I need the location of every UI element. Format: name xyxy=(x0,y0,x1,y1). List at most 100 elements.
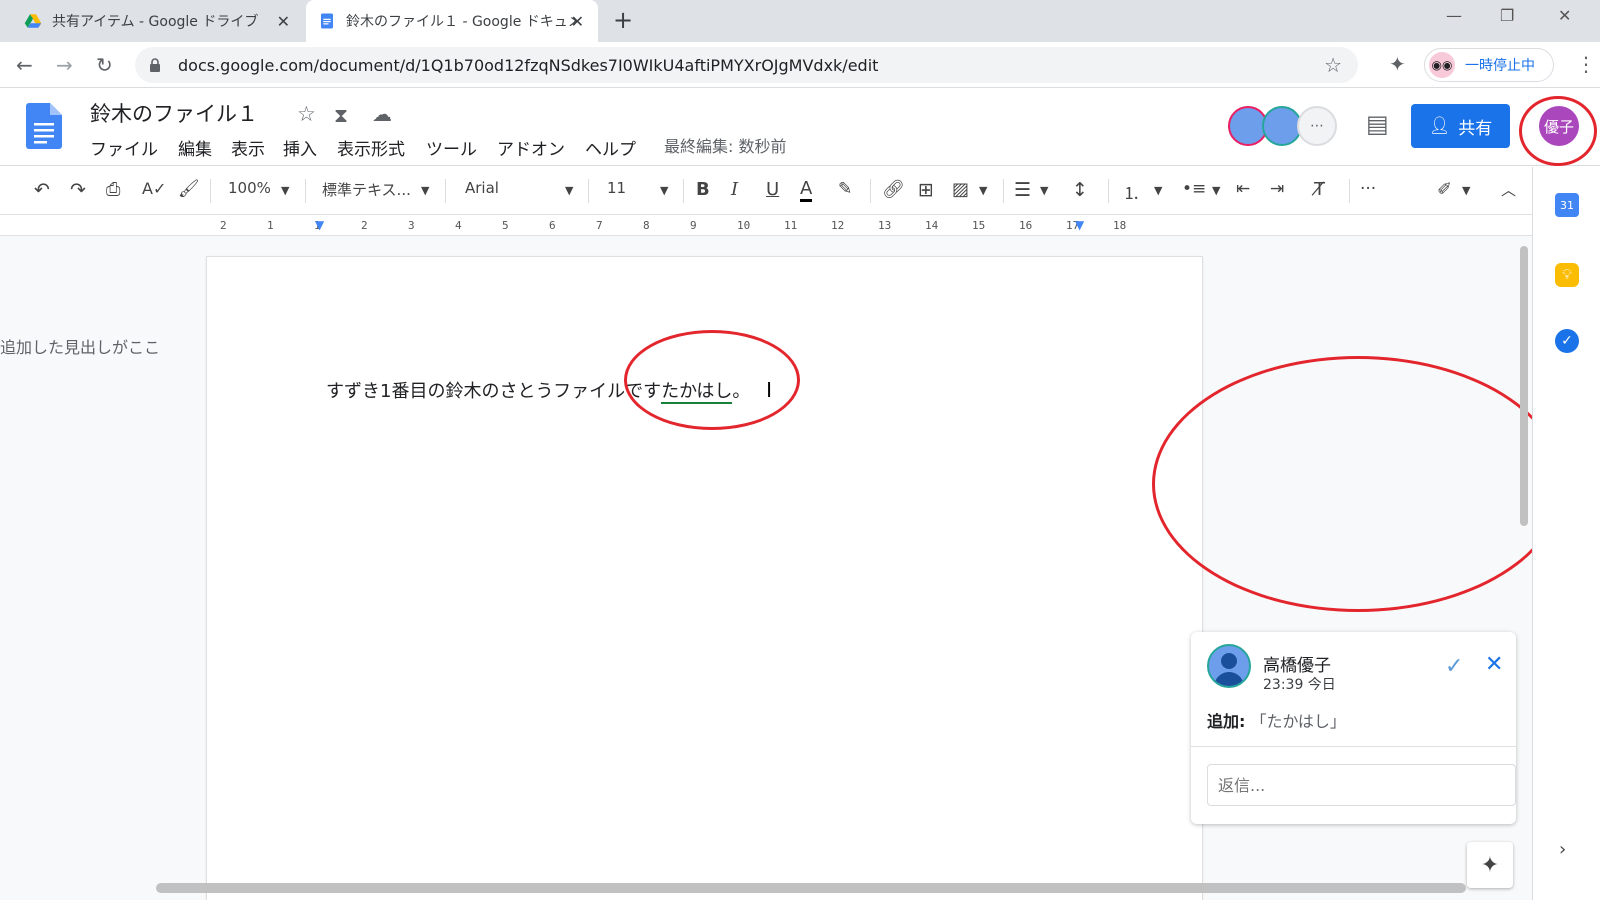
cloud-status-icon[interactable]: ☁ xyxy=(372,102,392,126)
horizontal-scrollbar[interactable] xyxy=(156,883,1466,893)
star-icon[interactable]: ☆ xyxy=(297,102,316,126)
share-button[interactable]: 👤︎ 共有 xyxy=(1411,104,1510,148)
underline-button[interactable]: U xyxy=(766,179,779,200)
chevron-down-icon[interactable]: ▼ xyxy=(979,184,987,197)
browser-menu-icon[interactable]: ⋮ xyxy=(1576,52,1596,76)
ruler-tick-label: 18 xyxy=(1113,219,1127,232)
ruler-tick-label: 2 xyxy=(361,219,368,232)
browser-toolbar: ← → ↻ docs.google.com/document/d/1Q1b70o… xyxy=(0,42,1600,88)
close-tab-icon[interactable]: ✕ xyxy=(571,12,584,31)
menu-insert[interactable]: 挿入 xyxy=(283,135,317,160)
body-text: すずき1番目の鈴木のさとうファイルです xyxy=(326,381,662,402)
chevron-down-icon[interactable]: ▼ xyxy=(660,184,668,197)
align-icon[interactable]: ☰ xyxy=(1014,179,1031,201)
reply-input[interactable] xyxy=(1207,764,1516,806)
editing-toolbar: ↶ ↷ ⎙ A✓ 🖌︎ 100% ▼ 標準テキス... ▼ Arial ▼ 11… xyxy=(0,167,1532,215)
italic-button[interactable]: I xyxy=(731,179,738,200)
more-tools-button[interactable]: ··· xyxy=(1360,179,1376,199)
last-edit-status[interactable]: 最終編集: 数秒前 xyxy=(664,133,786,157)
collapse-menu-icon[interactable]: ︿ xyxy=(1501,179,1516,200)
collaborator-avatar[interactable] xyxy=(1262,106,1302,146)
share-label: 共有 xyxy=(1458,118,1493,139)
insert-image-icon[interactable]: ▨ xyxy=(952,179,969,200)
highlight-color-icon[interactable]: ✎ xyxy=(838,179,852,199)
undo-icon[interactable]: ↶ xyxy=(34,179,50,201)
bookmark-star-icon[interactable]: ☆ xyxy=(1324,53,1342,77)
suggested-insertion[interactable]: たかはし xyxy=(661,381,733,404)
back-arrow-icon[interactable]: ← xyxy=(16,53,33,77)
suggestion-summary: 追加: 「たかはし」 xyxy=(1207,708,1346,732)
paragraph-style-select[interactable]: 標準テキス... xyxy=(322,179,411,200)
ruler[interactable]: 2 1 1 2 3 4 5 6 7 8 9 10 11 12 13 14 15 16 17 18 ▼ ▼ xyxy=(0,216,1532,236)
outline-heading[interactable]: 追加した見出しがここ xyxy=(0,334,160,358)
forward-arrow-icon[interactable]: → xyxy=(56,53,73,77)
suggestion-card[interactable]: 高橋優子 23:39 今日 ✓ ✕ 追加: 「たかはし」 xyxy=(1191,632,1516,824)
chevron-down-icon[interactable]: ▼ xyxy=(421,184,429,197)
decrease-indent-icon[interactable]: ⇤ xyxy=(1236,179,1250,199)
clear-formatting-icon[interactable]: T̸ xyxy=(1314,179,1325,200)
editing-mode-icon[interactable]: ✐ xyxy=(1437,179,1452,200)
calendar-icon[interactable]: 31 xyxy=(1555,193,1579,217)
keep-icon[interactable]: 💡︎ xyxy=(1555,263,1579,287)
font-select[interactable]: Arial xyxy=(465,179,499,197)
font-size-select[interactable]: 11 xyxy=(607,179,626,197)
move-to-drive-icon[interactable]: ⧗ xyxy=(334,103,348,127)
menu-format[interactable]: 表示形式 xyxy=(337,135,405,160)
right-indent-marker[interactable]: ▼ xyxy=(1075,218,1084,232)
redo-icon[interactable]: ↷ xyxy=(70,179,86,201)
tab-docs[interactable]: 鈴木のファイル１ - Google ドキュメン ✕ xyxy=(306,0,598,42)
reload-icon[interactable]: ↻ xyxy=(96,53,113,77)
document-body-text[interactable]: すずき1番目の鈴木のさとうファイルですたかはし。 I xyxy=(326,377,772,404)
scrollbar-thumb[interactable] xyxy=(1520,246,1528,526)
close-window-button[interactable]: ✕ xyxy=(1558,6,1571,25)
tab-drive[interactable]: 共有アイテム - Google ドライブ ✕ xyxy=(12,0,304,42)
vertical-scrollbar[interactable] xyxy=(1517,240,1529,900)
numbered-list-icon[interactable]: ⒈ xyxy=(1123,179,1140,204)
text-color-button[interactable]: A xyxy=(800,179,813,202)
chevron-down-icon[interactable]: ▼ xyxy=(281,184,289,197)
menu-file[interactable]: ファイル xyxy=(90,135,158,160)
maximize-button[interactable]: ❐ xyxy=(1500,6,1514,25)
anonymous-viewers-icon[interactable]: ⋯ xyxy=(1297,106,1337,146)
ruler-tick-label: 5 xyxy=(502,219,509,232)
menu-help[interactable]: ヘルプ xyxy=(585,135,636,160)
close-tab-icon[interactable]: ✕ xyxy=(277,12,290,31)
print-icon[interactable]: ⎙ xyxy=(106,179,120,200)
explore-button[interactable]: ✦ xyxy=(1467,842,1513,888)
reject-suggestion-icon[interactable]: ✕ xyxy=(1485,652,1503,677)
chevron-down-icon[interactable]: ▼ xyxy=(565,184,573,197)
line-spacing-icon[interactable]: ↕ xyxy=(1072,179,1088,201)
left-indent-marker[interactable]: ▼ xyxy=(315,218,324,232)
menu-tools[interactable]: ツール xyxy=(426,135,477,160)
comment-history-icon[interactable]: ▤ xyxy=(1366,110,1389,138)
extensions-icon[interactable]: ✦ xyxy=(1389,52,1406,76)
document-page[interactable]: すずき1番目の鈴木のさとうファイルですたかはし。 I xyxy=(207,257,1202,900)
tasks-icon[interactable]: ✓ xyxy=(1555,329,1579,353)
menu-edit[interactable]: 編集 xyxy=(178,135,212,160)
docs-logo-icon[interactable] xyxy=(26,103,62,149)
minimize-button[interactable]: — xyxy=(1446,6,1462,25)
paint-format-icon[interactable]: 🖌︎ xyxy=(178,179,200,199)
document-title[interactable]: 鈴木のファイル１ xyxy=(90,98,258,128)
chevron-down-icon[interactable]: ▼ xyxy=(1154,184,1162,197)
ruler-tick-label: 4 xyxy=(455,219,462,232)
address-bar[interactable]: docs.google.com/document/d/1Q1b70od12fzq… xyxy=(135,47,1358,83)
chevron-down-icon[interactable]: ▼ xyxy=(1212,184,1220,197)
chevron-right-icon[interactable]: › xyxy=(1559,839,1566,860)
menu-addons[interactable]: アドオン xyxy=(497,135,565,160)
new-tab-button[interactable]: + xyxy=(613,6,633,34)
chevron-down-icon[interactable]: ▼ xyxy=(1040,184,1048,197)
accept-suggestion-icon[interactable]: ✓ xyxy=(1445,654,1463,679)
spellcheck-icon[interactable]: A✓ xyxy=(142,179,166,198)
increase-indent-icon[interactable]: ⇥ xyxy=(1270,179,1284,199)
account-avatar-label: 優子 xyxy=(1543,117,1574,136)
bulleted-list-icon[interactable]: •≡ xyxy=(1182,179,1206,199)
add-comment-icon[interactable]: ⊞ xyxy=(918,179,934,201)
zoom-select[interactable]: 100% xyxy=(228,179,271,197)
account-avatar[interactable]: 優子 xyxy=(1539,106,1579,146)
bold-button[interactable]: B xyxy=(696,179,710,200)
chevron-down-icon[interactable]: ▼ xyxy=(1462,184,1470,197)
menu-view[interactable]: 表示 xyxy=(231,135,265,160)
profile-button[interactable]: ◉◉ 一時停止中 xyxy=(1424,48,1554,82)
insert-link-icon[interactable]: 🔗︎ xyxy=(882,179,905,200)
